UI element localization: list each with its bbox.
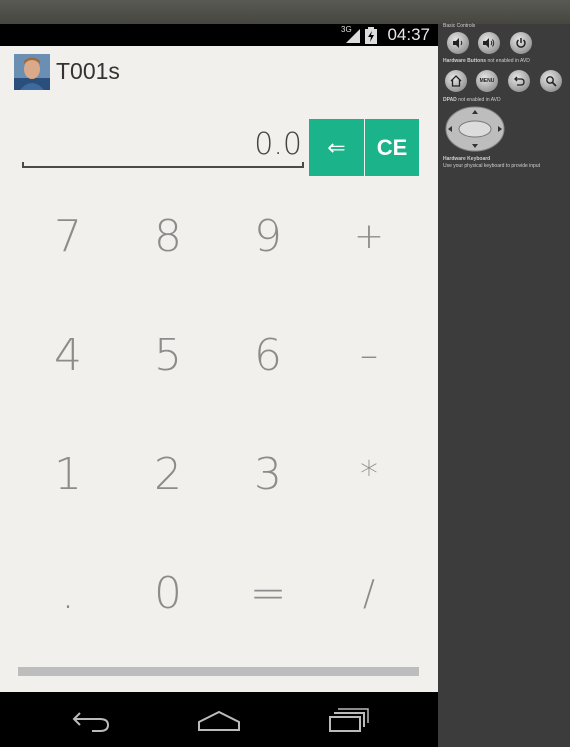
key-8[interactable]: 8 [118, 177, 218, 295]
power-icon [516, 38, 526, 48]
home-button[interactable] [445, 70, 467, 92]
hardware-keyboard-note: Use your physical keyboard to provide in… [443, 163, 540, 169]
home-icon [450, 75, 462, 87]
search-icon [546, 76, 557, 87]
back-icon [514, 76, 525, 86]
result-display[interactable]: 0.0 [22, 119, 304, 171]
navigation-bar [0, 692, 438, 747]
key-equals[interactable]: = [218, 534, 318, 652]
recent-apps-icon[interactable] [318, 704, 378, 734]
emulator-title-bar [0, 0, 570, 24]
device-screen: 3G 04:37 T001s 0.0 ⇐ CE 7 8 9 + 4 5 6 – … [0, 24, 438, 747]
keyboard-title: Hardware Keyboard [443, 156, 491, 162]
search-button[interactable] [540, 70, 562, 92]
key-7[interactable]: 7 [18, 177, 118, 295]
underline-tick-left [22, 162, 24, 168]
underline-tick-right [302, 162, 304, 168]
dpad-label: DPAD not enabled in AVD [443, 97, 501, 103]
volume-down-icon [453, 38, 463, 48]
avatar [14, 54, 50, 90]
key-divide[interactable]: / [319, 534, 419, 652]
key-multiply[interactable]: * [319, 415, 419, 533]
clear-entry-button[interactable]: CE [365, 119, 419, 176]
dpad-note: not enabled in AVD [458, 97, 501, 103]
key-plus[interactable]: + [319, 177, 419, 295]
app-title: T001s [56, 58, 120, 84]
progress-bar [18, 667, 419, 676]
action-bar: T001s [0, 46, 438, 102]
back-nav-icon[interactable] [60, 704, 120, 734]
volume-up-icon [483, 38, 495, 48]
backspace-button[interactable]: ⇐ [309, 119, 364, 176]
key-4[interactable]: 4 [18, 296, 118, 414]
menu-button[interactable]: MENU [476, 70, 498, 92]
signal-icon [346, 29, 360, 43]
volume-down-button[interactable] [447, 32, 469, 54]
backspace-label: ⇐ [327, 134, 346, 160]
key-0[interactable]: 0 [118, 534, 218, 652]
battery-icon [365, 27, 377, 44]
key-6[interactable]: 6 [218, 296, 318, 414]
power-button[interactable] [510, 32, 532, 54]
hardware-keyboard-label: Hardware Keyboard [443, 156, 490, 162]
dpad-control[interactable] [445, 106, 505, 152]
menu-label: MENU [479, 78, 495, 84]
key-minus[interactable]: – [319, 296, 419, 414]
display-underline [22, 166, 304, 168]
key-5[interactable]: 5 [118, 296, 218, 414]
status-bar: 3G 04:37 [0, 24, 438, 46]
clear-entry-label: CE [376, 134, 408, 160]
hardware-buttons-label: Hardware Buttons not enabled in AVD [443, 58, 530, 64]
hardware-buttons-title: Hardware Buttons [443, 58, 487, 64]
key-3[interactable]: 3 [218, 415, 318, 533]
key-9[interactable]: 9 [218, 177, 318, 295]
home-nav-icon[interactable] [189, 704, 249, 734]
display-value: 0.0 [254, 127, 302, 162]
dpad-title: DPAD [443, 97, 457, 103]
volume-up-button[interactable] [478, 32, 500, 54]
hardware-buttons-note: not enabled in AVD [487, 58, 530, 64]
back-button[interactable] [508, 70, 530, 92]
key-dot[interactable]: . [18, 534, 118, 652]
emulator-control-panel: Basic Controls Hardware Buttons not enab… [438, 23, 570, 747]
key-1[interactable]: 1 [18, 415, 118, 533]
basic-controls-label: Basic Controls [443, 23, 476, 29]
clock: 04:37 [387, 25, 430, 44]
key-2[interactable]: 2 [118, 415, 218, 533]
